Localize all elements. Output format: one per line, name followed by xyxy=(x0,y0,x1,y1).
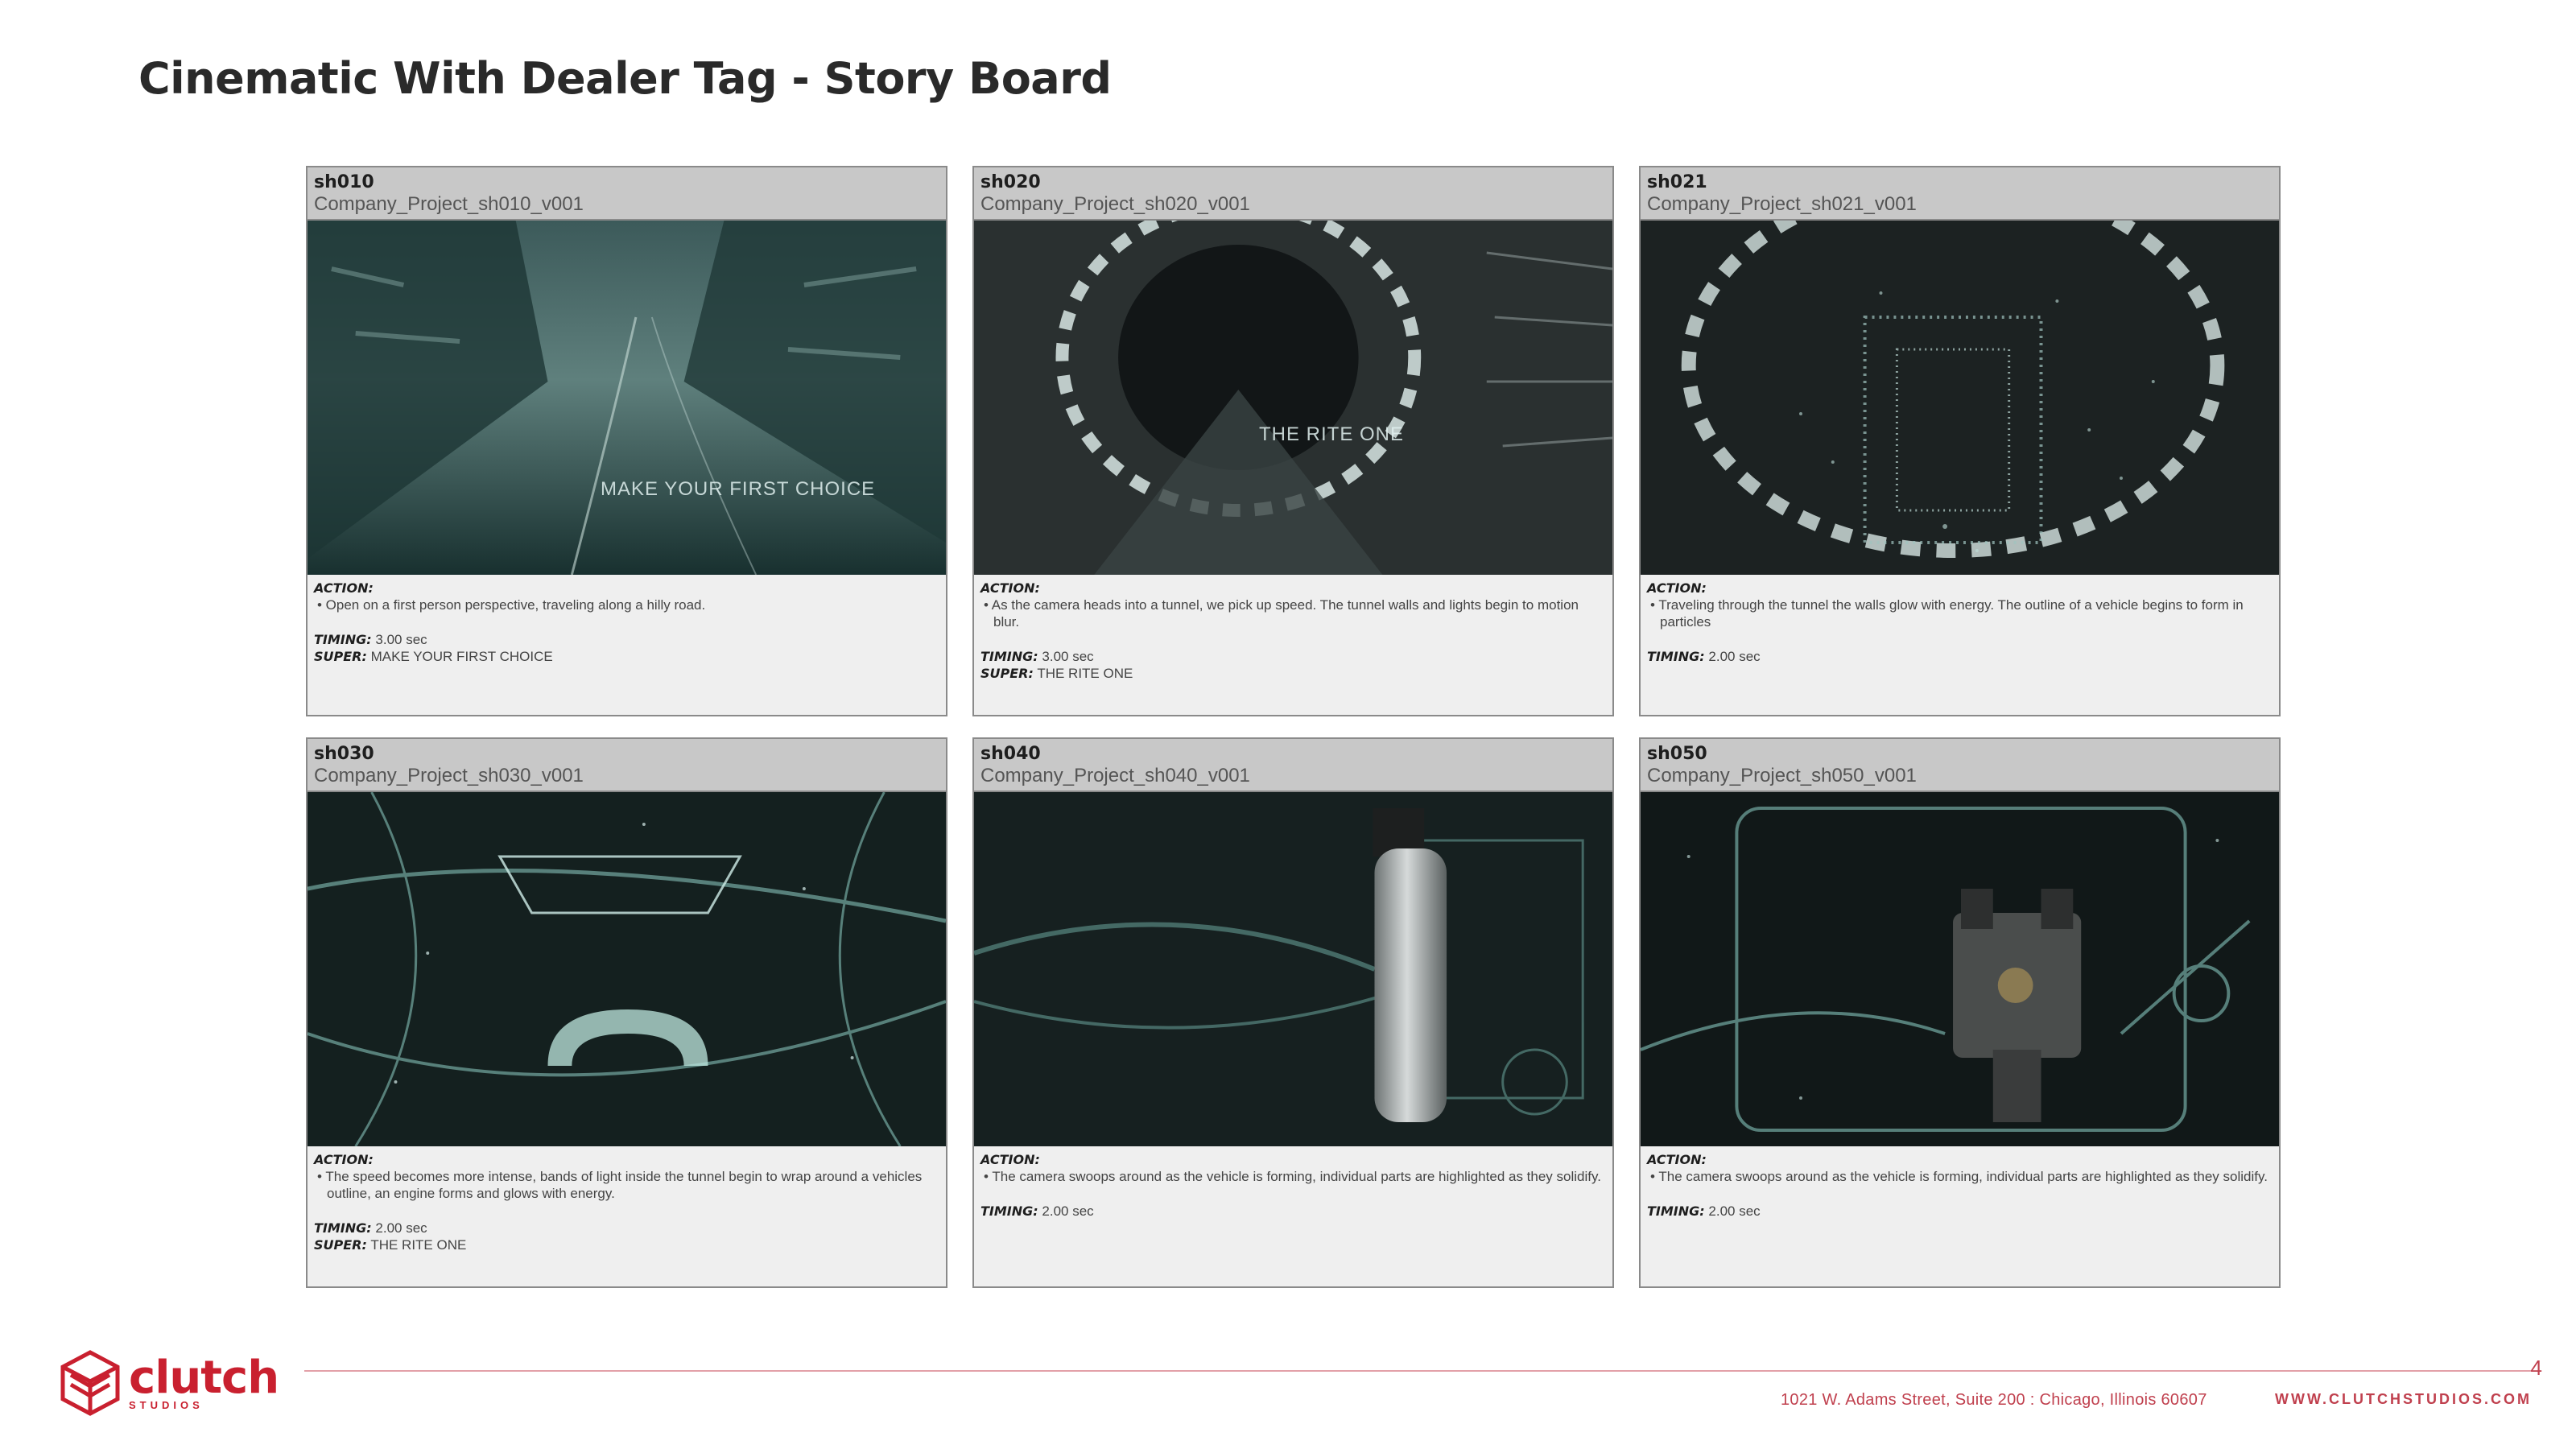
shot-thumbnail xyxy=(308,792,946,1146)
logo-subtitle: STUDIOS xyxy=(129,1398,204,1411)
timing-value: 3.00 sec xyxy=(375,632,427,647)
shot-id: sh030 xyxy=(314,744,374,764)
shot-thumbnail: THE RITE ONE xyxy=(974,221,1612,575)
footer-website: WWW.CLUTCHSTUDIOS.COM xyxy=(2275,1391,2532,1407)
action-label: ACTION: xyxy=(980,1152,1040,1167)
shot-filename: Company_Project_sh040_v001 xyxy=(980,765,1250,786)
road-scene-image xyxy=(308,221,946,575)
shot-card-sh020: sh020 Company_Project_sh020_v001 THE RIT… xyxy=(972,166,1614,716)
shot-id: sh040 xyxy=(980,744,1041,764)
super-value: MAKE YOUR FIRST CHOICE xyxy=(370,649,553,664)
footer-address: 1021 W. Adams Street, Suite 200 : Chicag… xyxy=(1781,1391,2207,1409)
super-label: SUPER: xyxy=(980,666,1034,681)
action-label: ACTION: xyxy=(1647,1152,1707,1167)
page-title: Cinematic With Dealer Tag - Story Board xyxy=(138,53,1112,104)
timing-value: 3.00 sec xyxy=(1042,649,1094,664)
timing-label: TIMING: xyxy=(1647,1203,1705,1219)
timing-value: 2.00 sec xyxy=(1042,1203,1094,1219)
shot-filename: Company_Project_sh050_v001 xyxy=(1647,765,1917,786)
action-label: ACTION: xyxy=(314,580,374,596)
shot-id: sh020 xyxy=(980,172,1041,192)
action-text: • The camera swoops around as the vehicl… xyxy=(1650,1169,2268,1184)
tunnel-scene-image xyxy=(974,221,1612,575)
shot-card-sh040: sh040 Company_Project_sh040_v001 ACTION:… xyxy=(972,737,1614,1288)
shot-notes: ACTION: • Open on a first person perspec… xyxy=(308,575,946,670)
particle-tunnel-image xyxy=(1641,221,2279,575)
timing-label: TIMING: xyxy=(1647,649,1705,664)
super-label: SUPER: xyxy=(314,1237,367,1253)
shot-header: sh021 Company_Project_sh021_v001 xyxy=(1641,167,2279,221)
shot-header: sh030 Company_Project_sh030_v001 xyxy=(308,739,946,792)
action-text: • As the camera heads into a tunnel, we … xyxy=(984,597,1579,630)
shot-header: sh020 Company_Project_sh020_v001 xyxy=(974,167,1612,221)
footer-divider xyxy=(304,1370,2533,1372)
shot-header: sh040 Company_Project_sh040_v001 xyxy=(974,739,1612,792)
shot-header: sh050 Company_Project_sh050_v001 xyxy=(1641,739,2279,792)
action-label: ACTION: xyxy=(314,1152,374,1167)
action-text: • The speed becomes more intense, bands … xyxy=(317,1169,923,1201)
shot-thumbnail xyxy=(974,792,1612,1146)
shot-notes: ACTION: • As the camera heads into a tun… xyxy=(974,575,1612,687)
shot-card-sh030: sh030 Company_Project_sh030_v001 ACTION:… xyxy=(306,737,947,1288)
shot-id: sh050 xyxy=(1647,744,1707,764)
shot-thumbnail: MAKE YOUR FIRST CHOICE xyxy=(308,221,946,575)
shot-notes: ACTION: • Traveling through the tunnel t… xyxy=(1641,575,2279,670)
timing-label: TIMING: xyxy=(314,1220,372,1236)
shot-filename: Company_Project_sh021_v001 xyxy=(1647,193,1917,215)
shot-header: sh010 Company_Project_sh010_v001 xyxy=(308,167,946,221)
shot-filename: Company_Project_sh030_v001 xyxy=(314,765,584,786)
action-text: • The camera swoops around as the vehicl… xyxy=(984,1169,1601,1184)
shot-card-sh021: sh021 Company_Project_sh021_v001 ACTION:… xyxy=(1639,166,2281,716)
super-value: THE RITE ONE xyxy=(370,1237,467,1253)
timing-label: TIMING: xyxy=(980,649,1038,664)
shot-id: sh021 xyxy=(1647,172,1707,192)
action-text: • Traveling through the tunnel the walls… xyxy=(1650,597,2244,630)
shot-card-sh050: sh050 Company_Project_sh050_v001 ACTION:… xyxy=(1639,737,2281,1288)
timing-value: 2.00 sec xyxy=(1708,1203,1761,1219)
filter-part-image xyxy=(974,792,1612,1146)
storyboard-grid: sh010 Company_Project_sh010_v001 MAKE YO… xyxy=(306,166,2281,1288)
timing-label: TIMING: xyxy=(314,632,372,647)
timing-value: 2.00 sec xyxy=(375,1220,427,1236)
engine-forming-image xyxy=(308,792,946,1146)
super-overlay-text: THE RITE ONE xyxy=(1259,423,1405,445)
page-number: 4 xyxy=(2530,1356,2542,1380)
clutch-studios-logo: clutch STUDIOS xyxy=(60,1349,279,1417)
shot-notes: ACTION: • The camera swoops around as th… xyxy=(1641,1146,2279,1224)
shot-notes: ACTION: • The speed becomes more intense… xyxy=(308,1146,946,1258)
super-value: THE RITE ONE xyxy=(1037,666,1133,681)
super-overlay-text: MAKE YOUR FIRST CHOICE xyxy=(601,478,876,500)
shot-id: sh010 xyxy=(314,172,374,192)
action-label: ACTION: xyxy=(1647,580,1707,596)
shot-filename: Company_Project_sh020_v001 xyxy=(980,193,1250,215)
timing-label: TIMING: xyxy=(980,1203,1038,1219)
shot-filename: Company_Project_sh010_v001 xyxy=(314,193,584,215)
pump-part-image xyxy=(1641,792,2279,1146)
shot-notes: ACTION: • The camera swoops around as th… xyxy=(974,1146,1612,1224)
action-text: • Open on a first person perspective, tr… xyxy=(317,597,706,613)
logo-name: clutch xyxy=(129,1351,279,1404)
cube-logo-icon xyxy=(60,1350,120,1416)
shot-thumbnail xyxy=(1641,221,2279,575)
shot-thumbnail xyxy=(1641,792,2279,1146)
timing-value: 2.00 sec xyxy=(1708,649,1761,664)
action-label: ACTION: xyxy=(980,580,1040,596)
shot-card-sh010: sh010 Company_Project_sh010_v001 MAKE YO… xyxy=(306,166,947,716)
super-label: SUPER: xyxy=(314,649,367,664)
